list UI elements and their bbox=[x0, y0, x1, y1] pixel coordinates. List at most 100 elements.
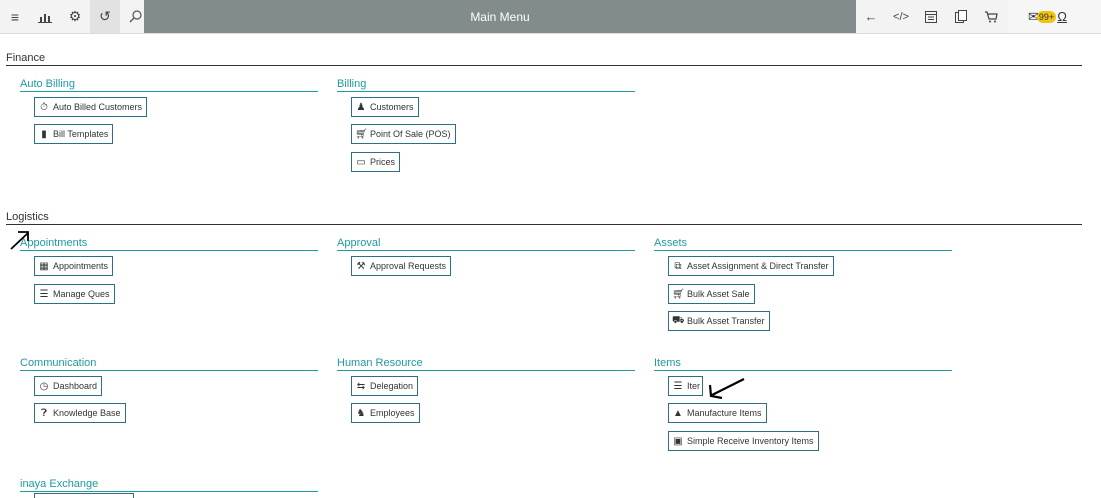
group-billing: Billing bbox=[337, 77, 635, 92]
calendar-icon: ▦ bbox=[39, 260, 49, 272]
user-icon[interactable]: Ω bbox=[1057, 9, 1067, 24]
item-label: Approval Requests bbox=[370, 261, 447, 271]
database-icon: ☰ bbox=[673, 380, 683, 392]
item-label: Delegation bbox=[370, 381, 414, 391]
back-arrow-icon[interactable]: ← bbox=[856, 0, 886, 33]
section-logistics: Logistics bbox=[6, 211, 49, 223]
section-divider bbox=[6, 65, 1082, 66]
toolbar-right: ← </> bbox=[856, 0, 1006, 33]
group-title: Items bbox=[654, 357, 681, 369]
item-label: Bulk Asset Transfer bbox=[687, 316, 765, 326]
page-title: Main Menu bbox=[144, 0, 856, 33]
dashboard-button[interactable]: ◷ Dashboard bbox=[34, 376, 103, 396]
arrow-annotation-icon bbox=[708, 378, 745, 400]
cart-icon: 🛒︎ bbox=[672, 288, 685, 300]
item-label: Iter bbox=[687, 381, 701, 391]
group-divider bbox=[654, 370, 952, 371]
simple-receive-inventory-button[interactable]: ▣ Simple Receive Inventory Items bbox=[668, 431, 819, 451]
customers-button[interactable]: ♟ Customers bbox=[351, 97, 419, 117]
user-area: ✉ 99+ Ω bbox=[1008, 0, 1101, 33]
approval-requests-button[interactable]: ⚒ Approval Requests bbox=[351, 256, 452, 276]
group-items: Items bbox=[654, 356, 952, 371]
inbox-icon: ▣ bbox=[673, 435, 683, 447]
settings-icon[interactable]: ⚙ bbox=[60, 0, 90, 33]
group-title: Billing bbox=[337, 78, 367, 90]
bulk-asset-transfer-button[interactable]: ⛟ Bulk Asset Transfer bbox=[668, 311, 770, 331]
item-label: Bill Templates bbox=[53, 129, 109, 139]
truck-icon: ⛟ bbox=[672, 314, 685, 326]
item-label: Prices bbox=[370, 157, 396, 167]
item-label: Point Of Sale (POS) bbox=[370, 129, 451, 139]
item-label: Auto Billed Customers bbox=[53, 102, 143, 112]
group-title: inaya Exchange bbox=[20, 478, 99, 490]
arrow-annotation-icon bbox=[10, 231, 29, 250]
menu-icon[interactable]: ≡ bbox=[0, 0, 30, 33]
employees-button[interactable]: ♞ Employees bbox=[351, 403, 420, 423]
item-label: Appointments bbox=[53, 261, 109, 271]
question-circle-icon: ❓︎ bbox=[40, 407, 47, 419]
bulk-asset-sale-button[interactable]: 🛒︎ Bulk Asset Sale bbox=[668, 284, 755, 304]
group-title: Appointments bbox=[20, 237, 88, 249]
users-icon: ♞ bbox=[356, 407, 366, 419]
group-auto-billing: Auto Billing bbox=[20, 77, 318, 92]
exchange-icon: ⇆ bbox=[356, 380, 366, 392]
item-label: Employees bbox=[370, 408, 415, 418]
auto-billed-customers-button[interactable]: ⏱ Auto Billed Customers bbox=[34, 97, 148, 117]
item-label: Bulk Asset Sale bbox=[687, 289, 750, 299]
group-appointments: Appointments bbox=[20, 236, 318, 251]
asset-assignment-button[interactable]: ⧉ Asset Assignment & Direct Transfer bbox=[668, 256, 834, 276]
section-finance: Finance bbox=[6, 52, 46, 64]
group-title: Assets bbox=[654, 237, 688, 249]
group-human-resource: Human Resource bbox=[337, 356, 635, 371]
delegation-button[interactable]: ⇆ Delegation bbox=[351, 376, 419, 396]
knowledge-base-button[interactable]: ❓︎ Knowledge Base bbox=[34, 403, 126, 423]
top-bar: ≡ ⚙ ↺ Main Menu ← </> ✉ 99+ Ω bbox=[0, 0, 1101, 34]
gauge-icon: ◷ bbox=[39, 380, 49, 392]
appointments-button[interactable]: ▦ Appointments bbox=[34, 256, 114, 276]
item-label: Simple Receive Inventory Items bbox=[687, 436, 814, 446]
group-divider bbox=[654, 250, 952, 251]
user-tie-icon: ♟ bbox=[356, 101, 366, 113]
group-assets: Assets bbox=[654, 236, 952, 251]
clipboard-icon: ▮ bbox=[41, 128, 47, 140]
code-icon[interactable]: </> bbox=[886, 0, 916, 33]
notification-badge[interactable]: 99+ bbox=[1036, 10, 1057, 23]
manage-ques-button[interactable]: ☰ Manage Ques bbox=[34, 284, 115, 304]
group-title: Human Resource bbox=[337, 357, 423, 369]
stopwatch-icon: ⏱ bbox=[40, 101, 48, 113]
group-title: Communication bbox=[20, 357, 97, 369]
section-divider bbox=[6, 224, 1082, 225]
point-of-sale-button[interactable]: 🛒︎ Point Of Sale (POS) bbox=[351, 124, 456, 144]
item-label: Customers bbox=[370, 102, 414, 112]
group-title: Auto Billing bbox=[20, 78, 76, 90]
group-inaya-exchange: inaya Exchange bbox=[20, 477, 318, 492]
group-approval: Approval bbox=[337, 236, 635, 251]
item-label: Manage Ques bbox=[53, 289, 110, 299]
cart-icon: 🛒︎ bbox=[355, 128, 368, 140]
group-divider bbox=[20, 491, 318, 492]
item-label: Manufacture Items bbox=[687, 408, 762, 418]
group-divider bbox=[337, 370, 635, 371]
industry-icon: ▲ bbox=[673, 407, 683, 419]
toolbar-left: ≡ ⚙ ↺ bbox=[0, 0, 150, 33]
credit-card-icon: ▭ bbox=[356, 156, 366, 168]
items-button[interactable]: ☰ Iter bbox=[668, 376, 704, 396]
group-title: Approval bbox=[337, 237, 381, 249]
prices-button[interactable]: ▭ Prices bbox=[351, 152, 401, 172]
group-divider bbox=[337, 91, 635, 92]
clipboard-icon[interactable] bbox=[946, 0, 976, 33]
group-communication: Communication bbox=[20, 356, 318, 371]
history-icon[interactable]: ↺ bbox=[90, 0, 120, 33]
item-label: Knowledge Base bbox=[53, 408, 121, 418]
manufacture-items-button[interactable]: ▲ Manufacture Items bbox=[668, 403, 767, 423]
chart-icon[interactable] bbox=[30, 0, 60, 33]
bill-templates-button[interactable]: ▮ Bill Templates bbox=[34, 124, 114, 144]
calendar-icon[interactable] bbox=[916, 0, 946, 33]
gavel-icon: ⚒ bbox=[356, 260, 366, 272]
group-divider bbox=[20, 370, 318, 371]
item-label: Dashboard bbox=[53, 381, 98, 391]
item-label: Asset Assignment & Direct Transfer bbox=[687, 261, 829, 271]
inaya-exchange-item-partial[interactable] bbox=[34, 493, 134, 498]
cart-icon[interactable] bbox=[976, 0, 1006, 33]
group-divider bbox=[20, 250, 318, 251]
